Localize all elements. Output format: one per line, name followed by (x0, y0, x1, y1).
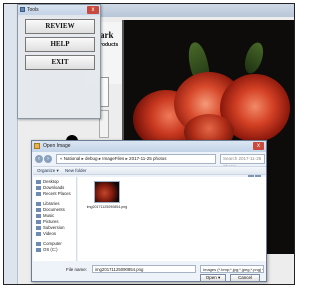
app-icon (20, 7, 25, 12)
app-title-text: ark (100, 30, 114, 40)
nav-item-documents[interactable]: Documents (36, 207, 65, 212)
nav-item-subversion[interactable]: Subversion (36, 225, 65, 230)
file-name-input[interactable]: img20171125090854.png (92, 265, 196, 273)
app-subtitle-text: roducts (100, 42, 119, 48)
recent-places-icon (36, 191, 41, 196)
tools-window: Tools x REVIEW HELP EXIT (17, 4, 101, 119)
dialog-toolbar: Organize ▾ New folder (33, 166, 266, 181)
nav-item-desktop[interactable]: Desktop (36, 179, 59, 184)
tools-title: Tools (27, 7, 39, 13)
file-name-label: img20171125090854.png (86, 205, 128, 209)
help-button[interactable]: HELP (25, 37, 95, 52)
screen-frame: ark roducts Tools x REVIEW HELP EXIT Ope… (3, 3, 295, 285)
leaf-shape (241, 40, 267, 76)
exit-button[interactable]: EXIT (25, 55, 95, 70)
close-icon[interactable]: x (87, 6, 99, 14)
open-image-dialog: Open Image x ‹ › « National ▸ debug ▸ Im… (31, 140, 267, 282)
drive-icon (36, 247, 41, 252)
open-button[interactable]: Open ▾ (200, 274, 226, 282)
nav-item-libraries[interactable]: Libraries (36, 201, 59, 206)
forward-arrow-icon[interactable]: › (44, 155, 52, 163)
new-folder-button[interactable]: New folder (65, 167, 87, 175)
file-type-select[interactable]: Images (*.bmp;*.jpg;*.jpeg;*.png) ▾ (200, 265, 264, 273)
desktop-icon (36, 179, 41, 184)
computer-icon (36, 241, 41, 246)
close-icon[interactable]: x (253, 142, 264, 150)
nav-item-music[interactable]: Music (36, 213, 54, 218)
folder-icon (34, 143, 40, 149)
review-button[interactable]: REVIEW (25, 19, 95, 34)
subversion-icon (36, 225, 41, 230)
nav-item-pictures[interactable]: Pictures (36, 219, 59, 224)
back-arrow-icon[interactable]: ‹ (35, 155, 43, 163)
dialog-title: Open Image (43, 143, 71, 149)
pictures-icon (36, 219, 41, 224)
dialog-title-bar: Open Image x (32, 141, 266, 152)
nav-item-computer[interactable]: Computer (36, 241, 62, 246)
search-input[interactable]: Search 2017-11-25 photos (220, 154, 265, 169)
libraries-icon (36, 201, 41, 206)
navigation-pane: Desktop Downloads Recent Places Librarie… (33, 177, 77, 261)
nav-item-videos[interactable]: Videos (36, 231, 56, 236)
app-left-panel (4, 4, 18, 284)
navigation-bar: ‹ › « National ▸ debug ▸ ImageFiles ▸ 20… (34, 154, 266, 169)
file-list: img20171125090854.png (78, 177, 266, 261)
music-icon (36, 213, 41, 218)
image-thumbnail[interactable] (94, 181, 120, 203)
nav-item-downloads[interactable]: Downloads (36, 185, 64, 190)
downloads-icon (36, 185, 41, 190)
documents-icon (36, 207, 41, 212)
videos-icon (36, 231, 41, 236)
nav-item-os-drive[interactable]: OS (C:) (36, 247, 58, 252)
file-name-caption: File name: (66, 267, 88, 272)
organize-button[interactable]: Organize ▾ (37, 167, 59, 175)
tools-title-bar: Tools x (18, 5, 100, 15)
address-bar[interactable]: « National ▸ debug ▸ ImageFiles ▸ 2017-1… (56, 154, 216, 164)
view-options[interactable] (247, 168, 263, 181)
nav-item-recent-places[interactable]: Recent Places (36, 191, 71, 196)
cancel-button[interactable]: Cancel (230, 274, 260, 282)
